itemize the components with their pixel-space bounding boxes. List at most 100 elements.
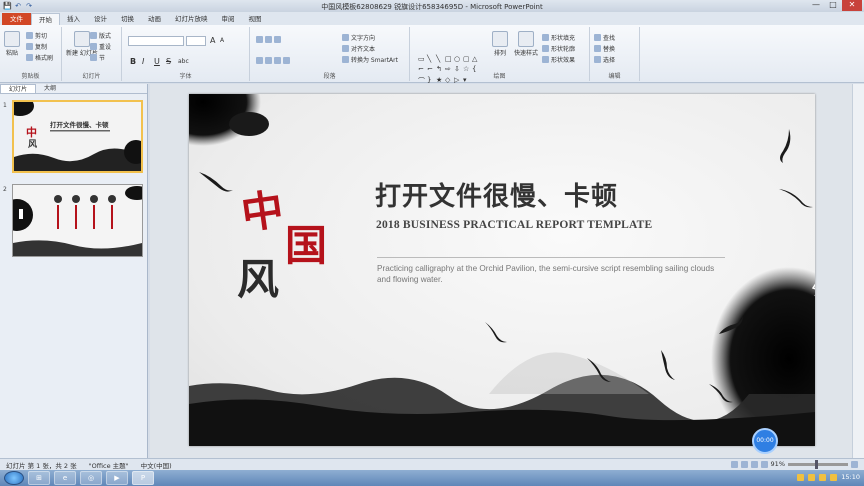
save-icon[interactable]: 💾 <box>3 2 12 10</box>
slide-thumbnail-1[interactable]: 中 风 打开文件很慢、卡顿 <box>12 100 143 173</box>
oval-shape-icon[interactable]: ○ <box>454 55 462 64</box>
format-painter-button[interactable]: 格式刷 <box>26 53 53 62</box>
language-indicator[interactable]: 中文(中国) <box>135 460 178 470</box>
shrink-font-button[interactable]: A <box>220 37 224 44</box>
slide-canvas[interactable]: 中 国 风 打开文件很慢、卡顿 2018 BUSINESS PRACTICAL … <box>189 94 815 446</box>
ribbon-tabs: 文件 开始 插入 设计 切换 动画 幻灯片放映 审阅 视图 <box>0 12 864 25</box>
tray-icon[interactable] <box>797 473 805 481</box>
tab-transitions[interactable]: 切换 <box>114 13 141 25</box>
taskbar-app-media[interactable]: ▶ <box>106 471 128 485</box>
slide-number: 2 <box>3 186 7 193</box>
svg-text:风: 风 <box>28 139 37 150</box>
paste-icon <box>4 31 20 47</box>
line-shape-icon[interactable]: ╲ <box>436 55 444 64</box>
slide-sorter-icon[interactable] <box>740 460 748 468</box>
slideshow-icon[interactable] <box>760 460 768 468</box>
zoom-slider[interactable] <box>788 459 848 469</box>
taskbar: ⊞ e ◎ ▶ P 15:10 <box>0 470 864 486</box>
arrow-right-icon[interactable]: ⇨ <box>445 65 453 74</box>
fit-window-icon[interactable] <box>851 460 858 468</box>
title-bar: 💾 ↶ ↷ 中国风模板62808629 锐旗设计65834695D - Micr… <box>0 0 864 12</box>
redo-icon[interactable]: ↷ <box>25 2 33 10</box>
layout-button[interactable]: 版式 <box>90 31 111 40</box>
bold-button[interactable]: B <box>130 57 136 66</box>
bullets-button[interactable] <box>256 36 281 43</box>
taskbar-app-360[interactable]: ◎ <box>80 471 102 485</box>
replace-button[interactable]: 替换 <box>594 44 615 53</box>
star-shape-icon[interactable]: ☆ <box>463 65 471 74</box>
bend-arrow-icon[interactable]: ↰ <box>436 65 444 74</box>
italic-button[interactable]: I <box>142 57 144 66</box>
find-button[interactable]: 查找 <box>594 33 615 42</box>
shape-effects-button[interactable]: 形状效果 <box>542 55 575 64</box>
grow-font-button[interactable]: A <box>210 36 215 45</box>
smartart-button[interactable]: 转换为 SmartArt <box>342 55 398 64</box>
tab-outline[interactable]: 大纲 <box>36 84 64 93</box>
taskbar-app-browser[interactable]: e <box>54 471 76 485</box>
vertical-scrollbar[interactable] <box>852 84 864 458</box>
tab-animations[interactable]: 动画 <box>141 13 168 25</box>
tab-review[interactable]: 审阅 <box>215 13 242 25</box>
reset-button[interactable]: 重设 <box>90 42 111 51</box>
tab-slides-panel[interactable]: 幻灯片 <box>0 84 37 93</box>
slide-title[interactable]: 打开文件很慢、卡顿 <box>375 176 618 213</box>
font-name-box[interactable] <box>128 36 184 46</box>
find-icon <box>594 34 601 41</box>
tab-home[interactable]: 开始 <box>31 13 60 25</box>
maximize-button[interactable]: □ <box>825 0 841 11</box>
quick-styles-button[interactable]: 快速样式 <box>514 31 538 57</box>
corner-shape-icon[interactable]: ⌐ <box>427 65 435 74</box>
text-direction-button[interactable]: 文字方向 <box>342 33 375 42</box>
section-button[interactable]: 节 <box>90 53 105 62</box>
zoom-level[interactable]: 91% <box>771 460 785 468</box>
align-buttons[interactable] <box>256 57 290 64</box>
brace-shape-icon[interactable]: { <box>472 65 480 74</box>
tab-view[interactable]: 视图 <box>242 13 269 25</box>
tab-design[interactable]: 设计 <box>87 13 114 25</box>
select-button[interactable]: 选择 <box>594 55 615 64</box>
taskbar-app-explorer[interactable]: ⊞ <box>28 471 50 485</box>
underline-button[interactable]: U <box>154 57 160 66</box>
arrange-label: 排列 <box>493 50 506 57</box>
triangle-shape-icon[interactable]: △ <box>472 55 480 64</box>
shape-outline-button[interactable]: 形状轮廓 <box>542 44 575 53</box>
arrange-button[interactable]: 排列 <box>492 31 508 57</box>
minimize-button[interactable]: — <box>808 0 824 11</box>
volume-icon[interactable] <box>830 473 838 481</box>
start-button[interactable] <box>4 471 24 485</box>
taskbar-app-powerpoint[interactable]: P <box>132 471 154 485</box>
font-size-box[interactable] <box>186 36 206 46</box>
slide-subtitle[interactable]: 2018 BUSINESS PRACTICAL REPORT TEMPLATE <box>376 219 652 231</box>
find-label: 查找 <box>603 35 616 42</box>
rounded-rect-shape-icon[interactable]: ▢ <box>463 55 471 64</box>
undo-icon[interactable]: ↶ <box>14 2 22 10</box>
align-text-button[interactable]: 对齐文本 <box>342 44 375 53</box>
screen-recorder-button[interactable]: 00:00 <box>752 428 778 454</box>
strikethrough-button[interactable]: S <box>166 57 171 66</box>
copy-button[interactable]: 复制 <box>26 42 47 51</box>
line-shape-icon[interactable]: ╲ <box>427 55 435 64</box>
thumb1-art: 中 风 打开文件很慢、卡顿 <box>14 102 141 171</box>
tray-icon[interactable] <box>808 473 816 481</box>
arrow-shape-icon[interactable]: ⌐ <box>418 65 426 74</box>
indent-icon <box>274 36 281 43</box>
normal-view-icon[interactable] <box>730 460 738 468</box>
tab-slideshow[interactable]: 幻灯片放映 <box>168 13 215 25</box>
tab-file[interactable]: 文件 <box>2 13 31 25</box>
shadow-button[interactable]: abc <box>178 58 189 65</box>
clock[interactable]: 15:10 <box>841 473 860 481</box>
cut-button[interactable]: 剪切 <box>26 31 47 40</box>
close-button[interactable]: ✕ <box>842 0 862 11</box>
slide-description[interactable]: Practicing calligraphy at the Orchid Pav… <box>377 263 727 285</box>
shapes-gallery[interactable]: ▭ ╲ ╲ □ ○ ▢ △ ⌐ ⌐ ↰ ⇨ ⇩ ☆{ ⌒} ★ ◇ ▷ ▾ <box>418 55 478 87</box>
rect-shape-icon[interactable]: □ <box>445 55 453 64</box>
reading-view-icon[interactable] <box>750 460 758 468</box>
shape-fill-button[interactable]: 形状填充 <box>542 33 575 42</box>
slide-thumbnail-2[interactable] <box>12 184 143 257</box>
network-icon[interactable] <box>819 473 827 481</box>
paste-button[interactable]: 粘贴 <box>4 31 20 57</box>
textbox-shape-icon[interactable]: ▭ <box>418 55 426 64</box>
tab-insert[interactable]: 插入 <box>60 13 87 25</box>
arrow-down-icon[interactable]: ⇩ <box>454 65 462 74</box>
replace-label: 替换 <box>603 46 616 53</box>
